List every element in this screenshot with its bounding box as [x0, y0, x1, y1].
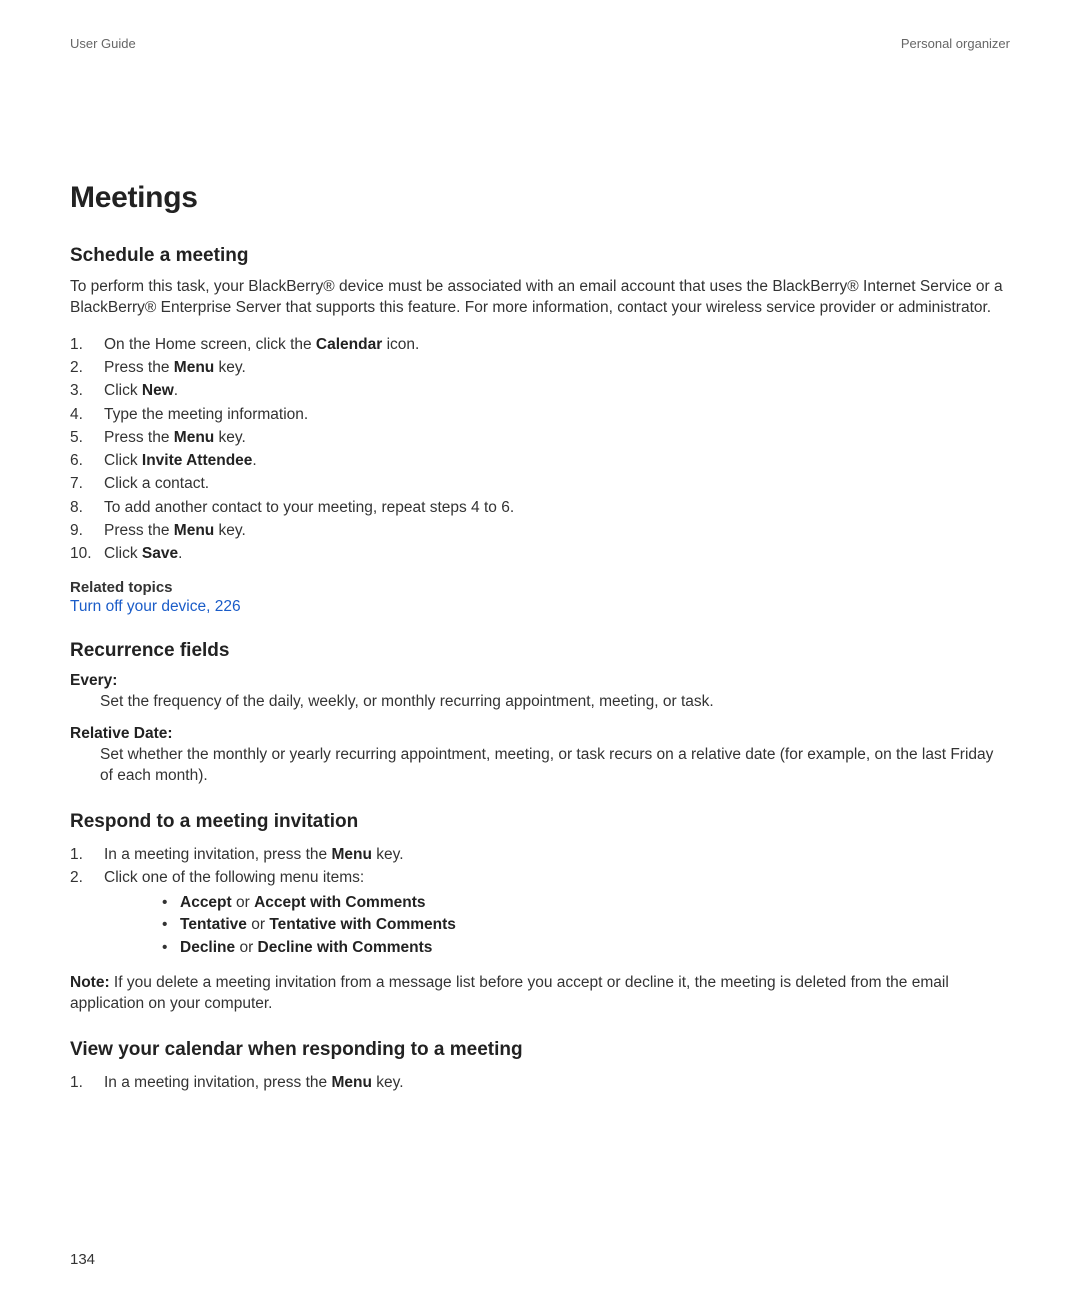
schedule-steps: On the Home screen, click the Calendar i… [70, 333, 1010, 566]
option-accept: Accept or Accept with Comments [162, 892, 1010, 914]
related-topic-link[interactable]: Turn off your device, 226 [70, 598, 241, 615]
step-text: icon. [382, 336, 419, 353]
field-description: Set whether the monthly or yearly recurr… [100, 745, 1010, 787]
header-left: User Guide [70, 36, 136, 51]
step-bold: Menu [174, 429, 214, 446]
step-text: . [178, 545, 182, 562]
option-bold: Tentative [180, 916, 247, 933]
step-item: To add another contact to your meeting, … [70, 496, 1010, 519]
step-bold: Menu [331, 1074, 371, 1091]
step-bold: Invite Attendee [142, 452, 253, 469]
field-every: Every: Set the frequency of the daily, w… [70, 672, 1010, 713]
option-text: or [247, 916, 269, 933]
field-description: Set the frequency of the daily, weekly, … [100, 692, 1010, 713]
field-relative-date: Relative Date: Set whether the monthly o… [70, 725, 1010, 787]
step-bold: Menu [174, 359, 214, 376]
step-text: . [174, 382, 178, 399]
option-bold: Decline [180, 939, 235, 956]
step-item: On the Home screen, click the Calendar i… [70, 333, 1010, 356]
page-container: User Guide Personal organizer Meetings S… [0, 0, 1080, 1296]
view-calendar-steps: In a meeting invitation, press the Menu … [70, 1071, 1010, 1094]
step-text: Press the [104, 429, 174, 446]
note-label: Note: [70, 974, 110, 991]
step-item: Click one of the following menu items: A… [70, 866, 1010, 959]
step-item: Click New. [70, 379, 1010, 402]
step-text: In a meeting invitation, press the [104, 1074, 331, 1091]
step-text: Press the [104, 522, 174, 539]
header-right: Personal organizer [901, 36, 1010, 51]
step-bold: Calendar [316, 336, 382, 353]
schedule-intro: To perform this task, your BlackBerry® d… [70, 277, 1010, 319]
heading-respond: Respond to a meeting invitation [70, 811, 1010, 833]
step-text: Click [104, 545, 142, 562]
step-text: On the Home screen, click the [104, 336, 316, 353]
field-name: Relative Date: [70, 725, 1010, 743]
note-paragraph: Note: If you delete a meeting invitation… [70, 973, 1010, 1015]
page-title: Meetings [70, 181, 1010, 215]
heading-recurrence: Recurrence fields [70, 640, 1010, 662]
heading-schedule: Schedule a meeting [70, 245, 1010, 267]
heading-view-calendar: View your calendar when responding to a … [70, 1039, 1010, 1061]
step-item: In a meeting invitation, press the Menu … [70, 1071, 1010, 1094]
step-text: key. [214, 429, 246, 446]
step-text: Click [104, 382, 142, 399]
step-text: Click [104, 452, 142, 469]
step-bold: Save [142, 545, 178, 562]
step-item: In a meeting invitation, press the Menu … [70, 843, 1010, 866]
option-bold: Accept [180, 894, 232, 911]
step-bold: New [142, 382, 174, 399]
step-item: Click a contact. [70, 472, 1010, 495]
step-text: Click one of the following menu items: [104, 869, 364, 886]
option-bold: Accept with Comments [254, 894, 425, 911]
step-text: Press the [104, 359, 174, 376]
respond-options: Accept or Accept with Comments Tentative… [104, 892, 1010, 959]
step-item: Press the Menu key. [70, 426, 1010, 449]
step-text: key. [372, 1074, 404, 1091]
step-text: key. [372, 846, 404, 863]
option-bold: Decline with Comments [258, 939, 433, 956]
running-header: User Guide Personal organizer [70, 36, 1010, 51]
option-text: or [235, 939, 257, 956]
related-topics-label: Related topics [70, 579, 1010, 596]
step-item: Type the meeting information. [70, 403, 1010, 426]
step-item: Press the Menu key. [70, 519, 1010, 542]
step-text: key. [214, 522, 246, 539]
respond-steps: In a meeting invitation, press the Menu … [70, 843, 1010, 959]
option-decline: Decline or Decline with Comments [162, 937, 1010, 959]
step-text: In a meeting invitation, press the [104, 846, 331, 863]
step-bold: Menu [174, 522, 214, 539]
step-item: Click Invite Attendee. [70, 449, 1010, 472]
option-bold: Tentative with Comments [269, 916, 456, 933]
step-text: key. [214, 359, 246, 376]
step-bold: Menu [331, 846, 371, 863]
field-name: Every: [70, 672, 1010, 690]
note-body: If you delete a meeting invitation from … [70, 974, 949, 1012]
step-item: Press the Menu key. [70, 356, 1010, 379]
option-text: or [232, 894, 254, 911]
step-text: . [252, 452, 256, 469]
page-number: 134 [70, 1251, 95, 1268]
step-item: Click Save. [70, 542, 1010, 565]
option-tentative: Tentative or Tentative with Comments [162, 914, 1010, 936]
